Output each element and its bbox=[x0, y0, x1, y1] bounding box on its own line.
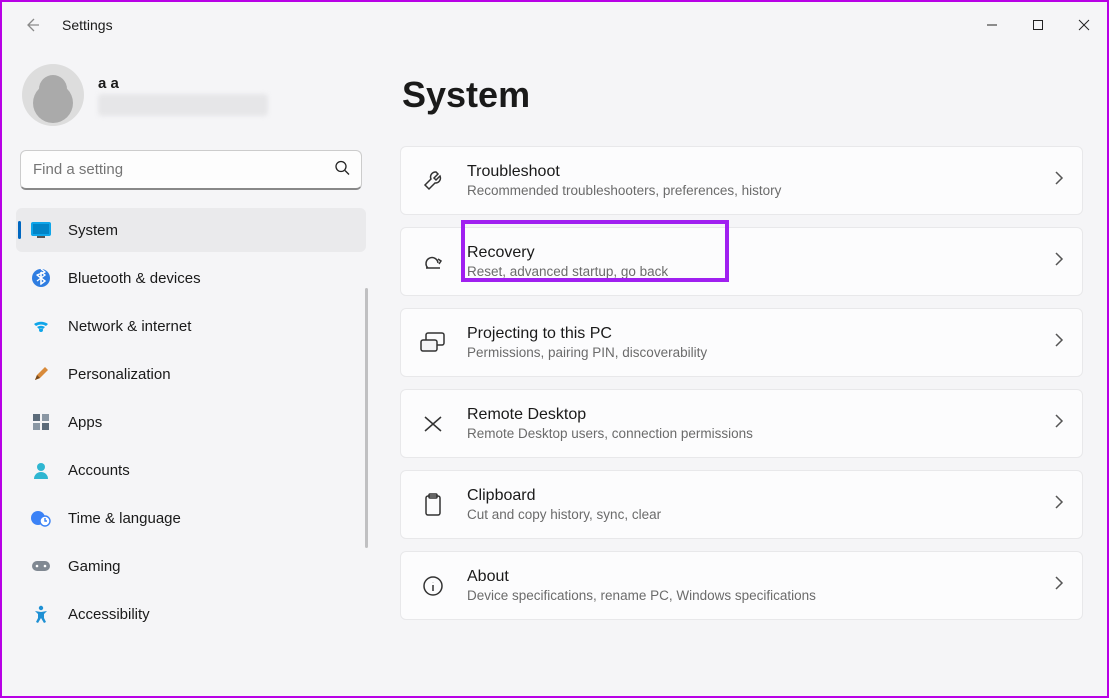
recovery-icon bbox=[419, 248, 447, 276]
sidebar-item-label: Accessibility bbox=[68, 606, 150, 623]
clipboard-icon bbox=[419, 491, 447, 519]
user-email-blurred bbox=[98, 94, 268, 116]
nav-list: System Bluetooth & devices Network & int… bbox=[16, 208, 366, 636]
main-content: System Troubleshoot Recommended troubles… bbox=[380, 48, 1107, 696]
wrench-icon bbox=[419, 167, 447, 195]
clock-globe-icon bbox=[30, 507, 52, 529]
sidebar-item-bluetooth[interactable]: Bluetooth & devices bbox=[16, 256, 366, 300]
sidebar-item-label: System bbox=[68, 222, 118, 239]
card-title: Recovery bbox=[467, 244, 1034, 262]
card-title: About bbox=[467, 568, 1034, 586]
sidebar-item-network[interactable]: Network & internet bbox=[16, 304, 366, 348]
sidebar-item-accessibility[interactable]: Accessibility bbox=[16, 592, 366, 636]
projecting-icon bbox=[419, 329, 447, 357]
close-icon bbox=[1078, 19, 1090, 31]
card-title: Clipboard bbox=[467, 487, 1034, 505]
arrow-left-icon bbox=[24, 17, 40, 33]
card-recovery[interactable]: Recovery Reset, advanced startup, go bac… bbox=[400, 227, 1083, 296]
maximize-icon bbox=[1032, 19, 1044, 31]
gamepad-icon bbox=[30, 555, 52, 577]
chevron-right-icon bbox=[1054, 494, 1064, 515]
user-account-row[interactable]: a a bbox=[16, 56, 366, 136]
info-icon bbox=[419, 572, 447, 600]
window-title: Settings bbox=[62, 17, 113, 33]
chevron-right-icon bbox=[1054, 413, 1064, 434]
card-title: Remote Desktop bbox=[467, 406, 1034, 424]
titlebar: Settings bbox=[2, 2, 1107, 48]
apps-icon bbox=[30, 411, 52, 433]
card-title: Projecting to this PC bbox=[467, 325, 1034, 343]
card-subtitle: Permissions, pairing PIN, discoverabilit… bbox=[467, 345, 1034, 360]
back-button[interactable] bbox=[20, 13, 44, 37]
bluetooth-icon bbox=[30, 267, 52, 289]
sidebar-item-label: Gaming bbox=[68, 558, 121, 575]
card-about[interactable]: About Device specifications, rename PC, … bbox=[400, 551, 1083, 620]
page-title: System bbox=[402, 74, 1083, 116]
sidebar-scrollbar[interactable] bbox=[365, 288, 368, 548]
sidebar-item-label: Network & internet bbox=[68, 318, 191, 335]
chevron-right-icon bbox=[1054, 332, 1064, 353]
sidebar-item-system[interactable]: System bbox=[16, 208, 366, 252]
card-subtitle: Cut and copy history, sync, clear bbox=[467, 507, 1034, 522]
remote-desktop-icon bbox=[419, 410, 447, 438]
card-subtitle: Recommended troubleshooters, preferences… bbox=[467, 183, 1034, 198]
card-troubleshoot[interactable]: Troubleshoot Recommended troubleshooters… bbox=[400, 146, 1083, 215]
search-icon bbox=[334, 160, 350, 181]
wifi-icon bbox=[30, 315, 52, 337]
search-input[interactable] bbox=[20, 150, 362, 190]
sidebar-item-apps[interactable]: Apps bbox=[16, 400, 366, 444]
minimize-icon bbox=[986, 19, 998, 31]
avatar bbox=[22, 64, 84, 126]
chevron-right-icon bbox=[1054, 575, 1064, 596]
sidebar-item-label: Personalization bbox=[68, 366, 171, 383]
sidebar-item-label: Bluetooth & devices bbox=[68, 270, 201, 287]
system-icon bbox=[30, 219, 52, 241]
sidebar-item-label: Apps bbox=[68, 414, 102, 431]
card-clipboard[interactable]: Clipboard Cut and copy history, sync, cl… bbox=[400, 470, 1083, 539]
card-subtitle: Reset, advanced startup, go back bbox=[467, 264, 1034, 279]
chevron-right-icon bbox=[1054, 170, 1064, 191]
card-subtitle: Device specifications, rename PC, Window… bbox=[467, 588, 1034, 603]
card-subtitle: Remote Desktop users, connection permiss… bbox=[467, 426, 1034, 441]
paintbrush-icon bbox=[30, 363, 52, 385]
card-remote-desktop[interactable]: Remote Desktop Remote Desktop users, con… bbox=[400, 389, 1083, 458]
card-projecting[interactable]: Projecting to this PC Permissions, pairi… bbox=[400, 308, 1083, 377]
sidebar-item-label: Accounts bbox=[68, 462, 130, 479]
card-title: Troubleshoot bbox=[467, 163, 1034, 181]
sidebar-item-time-language[interactable]: Time & language bbox=[16, 496, 366, 540]
sidebar-item-accounts[interactable]: Accounts bbox=[16, 448, 366, 492]
accessibility-icon bbox=[30, 603, 52, 625]
user-display-name: a a bbox=[98, 75, 268, 92]
accounts-icon bbox=[30, 459, 52, 481]
maximize-button[interactable] bbox=[1015, 9, 1061, 41]
close-button[interactable] bbox=[1061, 9, 1107, 41]
sidebar: a a System Bluetooth & devices bbox=[2, 48, 380, 696]
sidebar-item-personalization[interactable]: Personalization bbox=[16, 352, 366, 396]
sidebar-item-gaming[interactable]: Gaming bbox=[16, 544, 366, 588]
chevron-right-icon bbox=[1054, 251, 1064, 272]
minimize-button[interactable] bbox=[969, 9, 1015, 41]
sidebar-item-label: Time & language bbox=[68, 510, 181, 527]
